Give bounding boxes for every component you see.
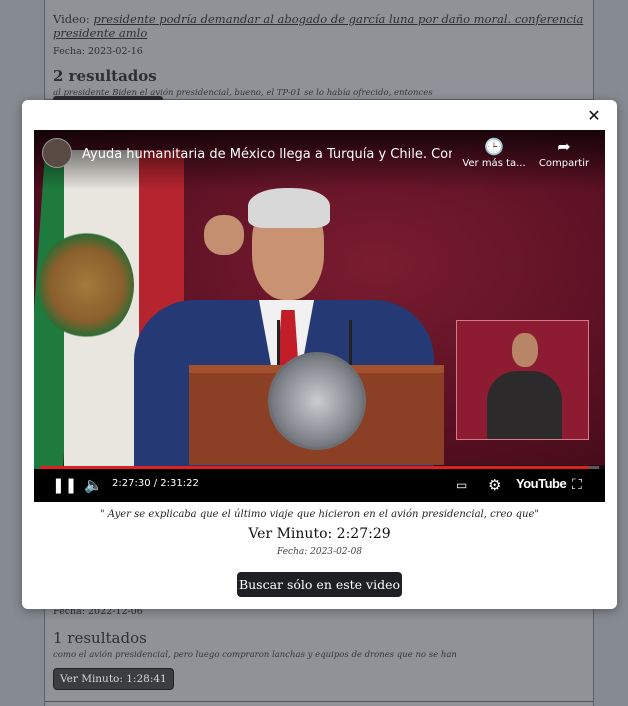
player-top-bar: Ayuda humanitaria de México llega a Turq… (34, 130, 605, 190)
result-video-line: Video: presidente podría demandar al abo… (53, 12, 585, 40)
result-count: 1 resultados (53, 629, 147, 647)
result-card-bottom: Fecha: 2022-12-06 1 resultados como el a… (45, 604, 593, 702)
share-icon: ➦ (557, 137, 571, 156)
fullscreen-icon[interactable]: ⛶ (572, 475, 582, 495)
result-card-top: Video: presidente podría demandar al abo… (45, 0, 593, 104)
microphone (277, 320, 280, 370)
channel-avatar[interactable] (42, 138, 72, 168)
pause-icon[interactable]: ❚❚ (52, 475, 77, 495)
watch-later-label: Ver más ta... (462, 158, 526, 169)
result-date: Fecha: 2023-02-16 (53, 46, 143, 57)
result-count: 2 resultados (53, 67, 157, 85)
sign-language-interpreter (456, 320, 589, 440)
result-snippet: como el avión presidencial, pero luego c… (53, 650, 457, 660)
clock-icon: 🕒 (484, 137, 504, 156)
gear-icon[interactable]: ⚙ (488, 475, 501, 495)
podium-seal (268, 352, 366, 450)
youtube-logo[interactable]: YouTube (516, 476, 567, 491)
youtube-player[interactable]: Ayuda humanitaria de México llega a Turq… (34, 130, 605, 502)
video-title[interactable]: Ayuda humanitaria de México llega a Turq… (82, 147, 452, 162)
video-label: Video: (53, 12, 90, 26)
watch-later-button[interactable]: 🕒 Ver más ta... (454, 136, 534, 169)
share-label: Compartir (538, 158, 590, 169)
minute-label: Ver Minuto: 2:27:29 (248, 526, 391, 542)
microphone (349, 320, 352, 370)
captions-icon[interactable]: ▭ (456, 475, 467, 495)
search-in-video-button[interactable]: Buscar sólo en este video (237, 572, 402, 597)
share-button[interactable]: ➦ Compartir (524, 136, 604, 169)
video-link[interactable]: presidente podría demandar al abogado de… (53, 12, 583, 40)
minute-button[interactable]: Ver Minuto: 1:28:41 (53, 668, 174, 690)
video-date: Fecha: 2023-02-08 (276, 547, 363, 557)
flag-emblem (39, 230, 134, 340)
transcript-quote: " Ayer se explicaba que el último viaje … (100, 509, 539, 520)
video-modal: ✕ Ayuda humanitaria de México llega a Tu… (22, 100, 617, 609)
volume-icon[interactable]: 🔈 (84, 475, 103, 495)
close-icon[interactable]: ✕ (585, 107, 603, 125)
time-display: 2:27:30 / 2:31:22 (112, 478, 199, 489)
player-controls: ❚❚ 🔈 2:27:30 / 2:31:22 ▭ ⚙ YouTube ⛶ (34, 469, 605, 502)
